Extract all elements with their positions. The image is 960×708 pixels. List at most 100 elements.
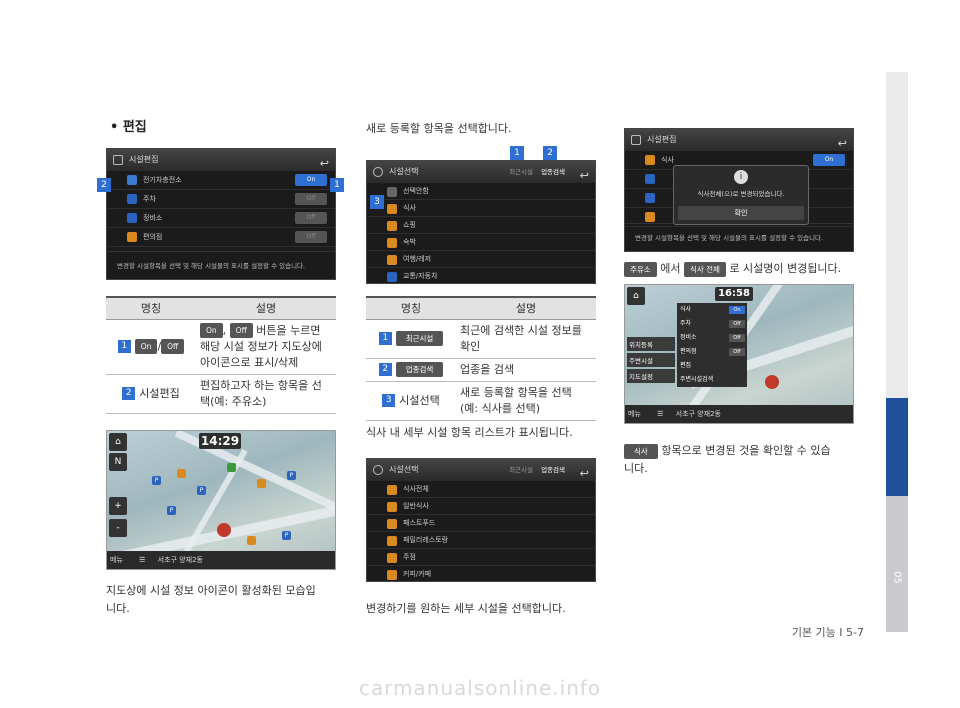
facility-row[interactable]: 전기차충전소 On [107, 171, 335, 190]
list-item[interactable]: 식사 [367, 200, 595, 217]
name-cell: 1 최근시설 [366, 319, 456, 359]
parking-poi-icon[interactable]: P [152, 476, 161, 485]
zoom-out-button[interactable]: - [109, 519, 127, 537]
store-poi-icon[interactable] [247, 536, 256, 545]
panel-item[interactable]: 편의점 Off [677, 345, 747, 359]
menu-item-map-settings[interactable]: 지도설정 [627, 369, 675, 383]
panel-item[interactable]: 정비소 Off [677, 331, 747, 345]
convenience-store-icon [127, 232, 137, 242]
food-subcategory-screen: 시설선택 최근시설 업종검색 ↩ 식사전체 일반식사 패스트푸드 패밀리레스토랑… [366, 458, 596, 582]
toggle-on[interactable]: On [729, 306, 745, 314]
list-item[interactable]: 주점 [367, 549, 595, 566]
desc-line: (예: 식사를 선택) [460, 401, 541, 415]
facility-row[interactable]: 편의점 Off [107, 228, 335, 247]
change-confirm-screen: 시설편집 ↩ 식사 On 변경할 시설항목을 선택 및 해당 시설물의 표시를 설… [624, 128, 854, 252]
list-item[interactable]: 식사전체 [367, 481, 595, 498]
zoom-in-button[interactable]: + [109, 497, 127, 515]
name-cell: 2 업종검색 [366, 358, 456, 382]
tab-industry-search[interactable]: 업종검색 [541, 161, 565, 183]
home-icon[interactable]: ⌂ [109, 433, 127, 451]
desc-cell: 업종을 검색 [456, 358, 596, 382]
list-item[interactable]: 선택안함 [367, 183, 595, 200]
desc-line: On, Off 버튼을 누르면 [200, 323, 332, 339]
toggle-off[interactable]: Off [295, 231, 327, 243]
callout-2: 2 [543, 146, 557, 160]
store-poi-icon[interactable] [257, 479, 266, 488]
list-item[interactable]: 커피/카페 [367, 566, 595, 581]
restaurant-icon [387, 536, 397, 546]
result-text: 식사 항목으로 변경된 것을 확인할 수 있습 니다. [624, 442, 864, 478]
facility-select-screen: 시설선택 최근시설 업종검색 ↩ 선택안함 식사 쇼핑 숙박 여행/레저 교통/… [366, 160, 596, 284]
parking-poi-icon[interactable]: P [282, 531, 291, 540]
chapter-sidebar: 05 [886, 72, 908, 632]
desc-line: 편집하고자 하는 항목을 선 [200, 378, 322, 392]
facility-icon [631, 135, 641, 145]
menu-item-location[interactable]: 위치등록 [627, 337, 675, 351]
desc-line: 아이콘으로 표시/삭제 [200, 355, 299, 369]
panel-item[interactable]: 식사 On [677, 303, 747, 317]
tab-industry-search[interactable]: 업종검색 [541, 459, 565, 481]
toggle-off[interactable]: Off [729, 348, 745, 356]
poi-icon[interactable] [227, 463, 236, 472]
list-icon[interactable]: ☰ [657, 410, 663, 418]
chip-recent: 최근시설 [395, 331, 444, 346]
header-name: 명칭 [366, 296, 456, 320]
toggle-off[interactable]: Off [295, 193, 327, 205]
tab-recent[interactable]: 최근시설 [509, 459, 533, 481]
list-item[interactable]: 패밀리레스토랑 [367, 532, 595, 549]
screen-footer: 변경할 시설항목을 선택 및 해당 시설물의 표시를 설정할 수 있습니다. [107, 251, 335, 279]
map-caption: 지도상에 시설 정보 아이콘이 활성화된 모습입 니다. [106, 582, 346, 618]
list-item[interactable]: 쇼핑 [367, 217, 595, 234]
row-label: 선택안함 [403, 187, 429, 195]
menu-button[interactable]: 메뉴 [625, 410, 641, 418]
list-item[interactable]: 패스트푸드 [367, 515, 595, 532]
desc-cell: 새로 등록할 항목을 선택 (예: 식사를 선택) [456, 381, 596, 421]
repair-shop-icon [127, 213, 137, 223]
lodging-icon [387, 238, 397, 248]
tab-recent[interactable]: 최근시설 [509, 161, 533, 183]
food-icon [645, 155, 655, 165]
list-item[interactable]: 교통/자동차 [367, 268, 595, 283]
list-item[interactable]: 여행/레저 [367, 251, 595, 268]
home-icon[interactable]: ⌂ [627, 287, 645, 305]
parking-poi-icon[interactable]: P [287, 471, 296, 480]
map-screen-2: ⌂ 16:58 위치등록 주변시설 지도설정 식사 On 주차 Off 정비소 Off… [624, 284, 854, 424]
result-line: 니다. [624, 462, 648, 475]
toggle-on[interactable]: On [813, 154, 845, 166]
callout-1: 1 [330, 178, 344, 192]
parking-icon [127, 194, 137, 204]
chapter-number: 05 [891, 571, 903, 584]
name-cell: 3 시설선택 [366, 381, 456, 421]
panel-search[interactable]: 주변시설검색 [677, 373, 747, 387]
toggle-off[interactable]: Off [729, 320, 745, 328]
bar-icon [387, 553, 397, 563]
menu-button[interactable]: 메뉴 [107, 556, 123, 564]
toggle-off[interactable]: Off [729, 334, 745, 342]
num-badge: 2 [122, 387, 136, 400]
panel-edit[interactable]: 편집 [677, 359, 747, 373]
table-row: 1 On / Off On, Off 버튼을 누르면 해당 시설 정보가 지도상에 아… [106, 319, 336, 375]
screen-header: 시설편집 ↩ [625, 129, 853, 151]
facility-row[interactable]: 정비소 Off [107, 209, 335, 228]
parking-poi-icon[interactable]: P [197, 486, 206, 495]
row-label: 전기차충전소 [143, 176, 182, 184]
parking-poi-icon[interactable]: P [167, 506, 176, 515]
current-position-icon [765, 375, 779, 389]
compass-button[interactable]: N [109, 453, 127, 471]
panel-item[interactable]: 주차 Off [677, 317, 747, 331]
list-item[interactable]: 일반식사 [367, 498, 595, 515]
store-poi-icon[interactable] [177, 469, 186, 478]
facility-row[interactable]: 주차 Off [107, 190, 335, 209]
row-label: 주차 [143, 195, 156, 203]
header-desc: 설명 [456, 296, 596, 320]
desc-cell: 최근에 검색한 시설 정보를 확인 [456, 319, 596, 359]
toggle-on[interactable]: On [295, 174, 327, 186]
comma: , [222, 323, 227, 337]
confirm-button[interactable]: 확인 [678, 206, 804, 220]
toggle-off[interactable]: Off [295, 212, 327, 224]
panel-label: 편의점 [680, 348, 697, 355]
num-badge: 1 [117, 340, 131, 353]
menu-item-nearby[interactable]: 주변시설 [627, 353, 675, 367]
list-item[interactable]: 숙박 [367, 234, 595, 251]
list-icon[interactable]: ☰ [139, 556, 145, 564]
